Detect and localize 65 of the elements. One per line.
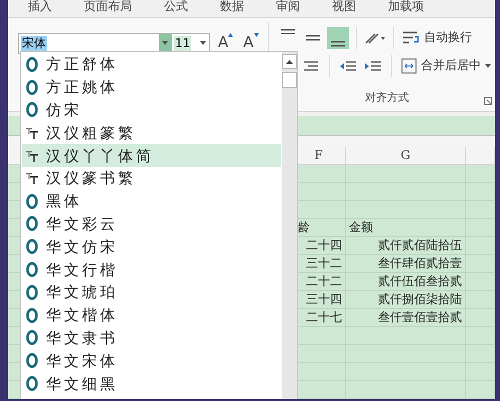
group-label: 对齐方式 — [365, 90, 409, 105]
opentype-icon — [26, 308, 38, 323]
font-list-item[interactable]: 仿宋 — [22, 98, 281, 122]
grow-font-button[interactable]: A — [216, 32, 236, 54]
scroll-up-icon[interactable] — [286, 60, 293, 64]
opentype-icon — [26, 80, 38, 95]
opentype-icon — [26, 353, 38, 368]
ribbon-tab[interactable]: 视图 — [332, 0, 356, 12]
opentype-icon — [26, 56, 38, 72]
shrink-font-button[interactable]: A — [241, 32, 261, 54]
font-list-item[interactable]: 华文细黑 — [22, 372, 281, 395]
caret-icon — [485, 64, 491, 68]
scroll-up-button[interactable] — [282, 54, 297, 69]
scrollbar[interactable] — [282, 52, 297, 399]
table-cell — [466, 381, 495, 399]
truetype-icon — [26, 126, 38, 139]
dialog-launcher-icon[interactable] — [484, 96, 492, 105]
align-top-icon — [281, 28, 295, 34]
caret-icon — [200, 41, 206, 46]
font-list-item[interactable]: 华文彩云 — [22, 212, 281, 236]
font-list-item[interactable]: 华文隶书 — [22, 326, 281, 350]
ribbon-tab[interactable]: 插入 — [28, 0, 52, 12]
opentype-icon — [26, 262, 38, 278]
opentype-icon — [26, 330, 38, 346]
align-middle-icon — [306, 35, 320, 41]
font-list-item[interactable]: 华文楷体 — [22, 304, 281, 327]
align-right-icon — [304, 60, 318, 71]
caret-icon — [228, 32, 234, 37]
caret-icon — [254, 32, 259, 37]
opentype-icon — [26, 194, 38, 209]
font-list-item[interactable]: 华文仿宋 — [22, 235, 281, 258]
font-list-item[interactable]: 华文宋体 — [22, 349, 281, 372]
font-list-item[interactable]: 方正舒体 — [22, 53, 281, 76]
ribbon-tab[interactable]: 审阅 — [276, 0, 300, 12]
orientation-icon — [365, 30, 385, 45]
opentype-icon — [26, 284, 38, 300]
wrap-text-icon — [403, 31, 420, 44]
ribbon-tab[interactable]: 页面布局 — [84, 0, 132, 12]
scroll-thumb[interactable] — [282, 72, 297, 88]
caret-icon — [162, 41, 168, 46]
font-size-field[interactable]: 11 — [172, 32, 210, 54]
font-list-item[interactable]: 黑体 — [22, 190, 281, 213]
truetype-icon — [26, 172, 38, 184]
align-button[interactable] — [327, 26, 349, 49]
opentype-icon — [26, 216, 38, 232]
opentype-icon — [26, 376, 38, 392]
ribbon-tab[interactable]: 加载项 — [388, 0, 424, 12]
font-list-item[interactable]: 汉仪粗篆繁 — [22, 121, 281, 144]
font-list-item[interactable]: 汉仪丫丫体简 — [22, 144, 281, 167]
merge-cells-icon — [401, 58, 417, 74]
font-list-item[interactable]: 汉仪篆书繁 — [22, 166, 281, 190]
merge-center-button[interactable]: 合并后居中 — [399, 54, 493, 78]
font-list-item[interactable]: 方正姚体 — [22, 76, 281, 99]
wrap-text-button[interactable]: 自动换行 — [401, 26, 474, 50]
align-bottom-icon — [331, 41, 345, 47]
ribbon-tab[interactable]: 数据 — [220, 0, 244, 12]
opentype-icon — [26, 102, 38, 118]
opentype-icon — [26, 239, 38, 254]
font-list-item[interactable]: 华文琥珀 — [22, 280, 281, 304]
ribbon-tab[interactable]: 公式 — [164, 0, 188, 12]
increase-indent-icon — [365, 60, 381, 71]
truetype-icon — [26, 150, 38, 162]
decrease-indent-icon — [340, 60, 356, 71]
font-list-item[interactable]: 华文行楷 — [22, 258, 281, 281]
font-name-field[interactable]: 宋体 — [18, 32, 172, 54]
